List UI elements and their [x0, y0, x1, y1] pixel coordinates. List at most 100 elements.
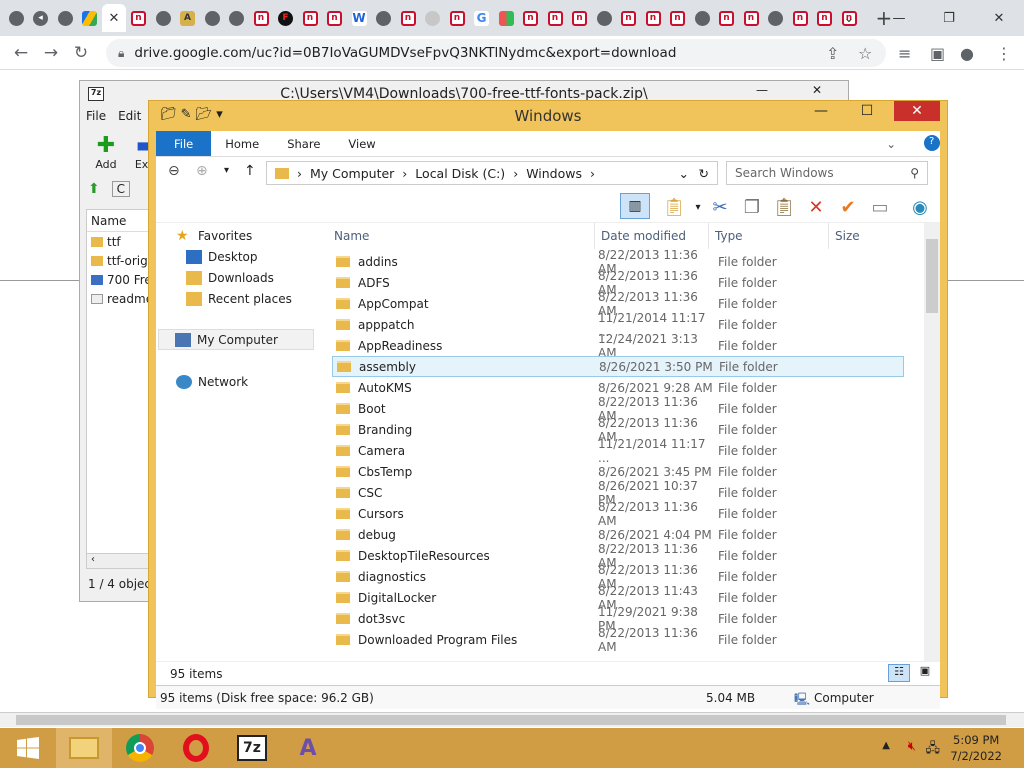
address-dropdown-icon[interactable]: ⌄ — [679, 166, 689, 181]
file-row[interactable]: assembly 8/26/2021 3:50 PM File folder — [332, 356, 904, 377]
ribbon-expand-icon[interactable]: ⌄ — [872, 131, 910, 151]
path-field[interactable]: C — [111, 181, 130, 197]
explorer-maximize[interactable]: ☐ — [844, 101, 890, 121]
col-header-date[interactable]: Date modified — [594, 223, 686, 249]
delete-icon[interactable]: ✕ — [804, 195, 828, 219]
browser-tab[interactable]: ✕ — [102, 4, 126, 32]
zip-list-item[interactable]: ttf — [87, 232, 149, 251]
browser-tab[interactable]: A — [176, 4, 200, 32]
explorer-close[interactable]: ✕ — [894, 101, 940, 121]
browser-tab[interactable]: n — [739, 4, 763, 32]
rename-icon[interactable]: ✔ — [836, 195, 860, 219]
recent-dropdown-icon[interactable]: ▾ — [224, 165, 229, 176]
file-row[interactable]: Camera 11/21/2014 11:17 ... File folder — [332, 437, 904, 465]
nav-desktop[interactable]: Desktop — [186, 246, 258, 267]
browser-tab[interactable]: n — [788, 4, 812, 32]
menu-file[interactable]: File — [80, 109, 112, 123]
ribbon-share[interactable]: Share — [273, 131, 334, 156]
reload-icon[interactable]: ↻ — [66, 43, 96, 63]
browser-tab[interactable] — [53, 4, 77, 32]
page-hscroll-thumb[interactable] — [16, 715, 1006, 725]
zip-list-item[interactable]: readme — [87, 289, 149, 308]
nav-favorites[interactable]: ★ Favorites — [176, 225, 252, 246]
nav-downloads[interactable]: Downloads — [186, 267, 274, 288]
browser-tab[interactable]: F — [274, 4, 298, 32]
new-folder-icon[interactable]: ▭ — [868, 195, 892, 219]
browser-tab[interactable]: n — [715, 4, 739, 32]
browser-tab[interactable] — [4, 4, 28, 32]
browser-tab[interactable] — [494, 4, 518, 32]
browser-tab[interactable]: n — [519, 4, 543, 32]
up-icon[interactable]: ↑ — [244, 163, 256, 179]
minimize-button[interactable]: — — [874, 11, 924, 26]
col-header-type[interactable]: Type — [708, 223, 743, 249]
add-button[interactable]: ✚ Add — [86, 133, 126, 171]
browser-tab[interactable]: n — [543, 4, 567, 32]
browser-tab[interactable] — [372, 4, 396, 32]
browser-tab[interactable]: n — [617, 4, 641, 32]
browser-tab[interactable] — [151, 4, 175, 32]
thumbnail-view-icon[interactable]: ▣ — [914, 664, 936, 682]
browser-tab[interactable]: n — [396, 4, 420, 32]
address-bar[interactable]: 🔒︎ drive.google.com/uc?id=0B7IoVaGUMDVse… — [106, 39, 886, 67]
file-explorer-icon[interactable] — [56, 728, 112, 768]
nav-computer[interactable]: My Computer — [158, 329, 314, 350]
browser-tab[interactable]: n — [445, 4, 469, 32]
file-row[interactable]: AppReadiness 12/24/2021 3:13 AM File folde… — [332, 332, 904, 360]
browser-tab[interactable]: n — [568, 4, 592, 32]
preview-pane-icon[interactable]: ▥ — [620, 193, 650, 219]
7zip-icon[interactable]: 7z — [224, 728, 280, 768]
col-name[interactable]: Name — [87, 210, 149, 232]
browser-tab[interactable]: n — [641, 4, 665, 32]
properties-dropdown-icon[interactable]: ▾ — [686, 195, 710, 219]
nav-recent[interactable]: Recent places — [186, 288, 292, 309]
7zip-hscroll[interactable]: ‹ — [86, 553, 150, 569]
browser-tab[interactable] — [200, 4, 224, 32]
browser-tab[interactable] — [764, 4, 788, 32]
ribbon-home[interactable]: Home — [211, 131, 273, 156]
properties-icon[interactable]: 📋︎ — [662, 195, 686, 219]
profile-icon[interactable]: ● — [960, 44, 974, 63]
tray-arrow-icon[interactable]: ▲ — [882, 740, 890, 751]
7zip-minimize[interactable]: — — [756, 83, 768, 97]
browser-tab[interactable] — [421, 4, 445, 32]
ribbon-view[interactable]: View — [334, 131, 389, 156]
search-input[interactable]: Search Windows ⚲ — [726, 161, 928, 185]
back-icon[interactable]: ← — [6, 43, 36, 63]
scroll-thumb[interactable] — [926, 239, 938, 313]
page-hscroll[interactable] — [0, 712, 1024, 727]
browser-tab[interactable]: ◂ — [29, 4, 53, 32]
browser-tab[interactable] — [592, 4, 616, 32]
browser-tab[interactable]: n — [298, 4, 322, 32]
cut-icon[interactable]: ✂ — [708, 195, 732, 219]
volume-muted-icon[interactable]: 🔇︎ — [908, 739, 916, 754]
opera-icon[interactable] — [168, 728, 224, 768]
tab-search-icon[interactable]: ⌄ — [824, 11, 874, 26]
7zip-close[interactable]: ✕ — [812, 83, 822, 97]
zip-list-item[interactable]: ttf-orig — [87, 251, 149, 270]
media-icon[interactable]: ≡ — [898, 44, 911, 63]
crumb-windows[interactable]: Windows — [526, 166, 582, 181]
ribbon-file[interactable]: File — [156, 131, 212, 156]
browser-tab[interactable] — [78, 4, 102, 32]
explorer-address[interactable]: › My Computer › Local Disk (C:) › Window… — [266, 161, 718, 185]
crumb-disk[interactable]: Local Disk (C:) — [415, 166, 505, 181]
file-row[interactable]: Cursors 8/22/2013 11:36 AM File folder — [332, 500, 904, 528]
menu-edit[interactable]: Edit — [112, 109, 147, 123]
file-list-scrollbar[interactable] — [924, 223, 940, 661]
chrome-icon[interactable] — [112, 728, 168, 768]
share-icon[interactable]: ⇪ — [826, 44, 839, 63]
explorer-back-icon[interactable]: ⊖ — [168, 163, 180, 179]
network-tray-icon[interactable]: 🖧︎ — [926, 739, 941, 761]
browser-tab[interactable] — [690, 4, 714, 32]
close-button[interactable]: ✕ — [974, 11, 1024, 26]
browser-tab[interactable]: W — [347, 4, 371, 32]
help-icon[interactable]: ? — [924, 135, 940, 151]
menu-icon[interactable]: ⋮ — [996, 44, 1012, 63]
browser-tab[interactable] — [225, 4, 249, 32]
restore-button[interactable]: ❐ — [924, 11, 974, 26]
details-view-icon[interactable]: ☷ — [888, 664, 910, 682]
browser-tab[interactable]: G — [470, 4, 494, 32]
bookmark-star-icon[interactable]: ☆ — [858, 44, 872, 63]
up-folder-icon[interactable]: ⬆ — [88, 181, 100, 197]
